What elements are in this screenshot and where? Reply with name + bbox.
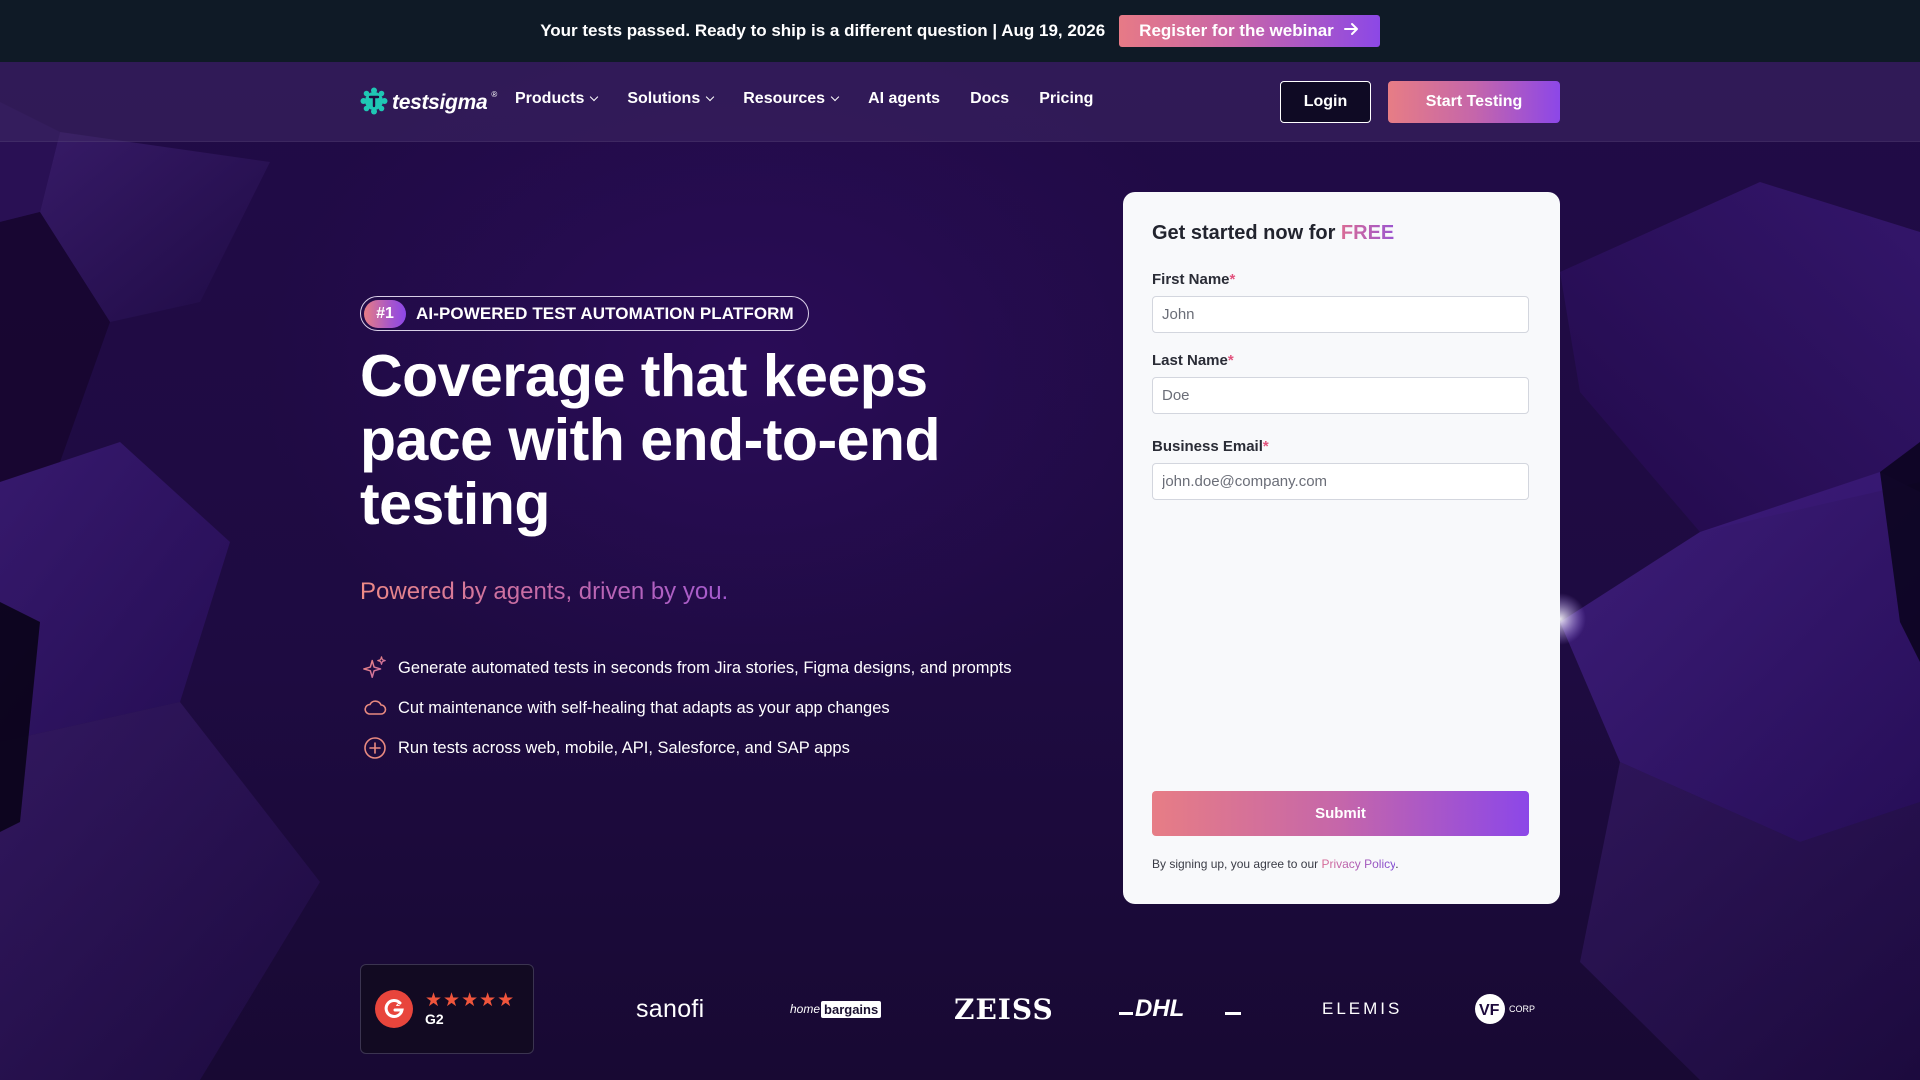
submit-button[interactable]: Submit [1152,791,1529,836]
vf-mark-icon: VF [1475,994,1505,1024]
nav-item-products[interactable]: Products [515,90,599,108]
background-shapes [0,102,1920,1080]
cloud-icon [362,695,388,721]
nav-item-label: Resources [743,90,826,107]
form-title-free: FREE [1340,222,1395,244]
elemis-logo: ELEMIS [1322,999,1403,1018]
feature-text: Cut maintenance with self-healing that a… [398,698,890,717]
privacy-policy-link[interactable]: Privacy Policy [1321,857,1395,871]
dhl-text: DHL [1135,997,1184,1021]
chevron-down-icon [830,92,840,102]
feature-item: Run tests across web, mobile, API, Sales… [362,728,1012,768]
nav-item-label: Docs [970,90,1010,107]
last-name-label: Last Name* [1152,352,1234,369]
platform-badge: #1 AI-POWERED TEST AUTOMATION PLATFORM [360,296,809,331]
signup-form-card: Get started now for FREE First Name* Las… [1123,192,1560,904]
badge-number: #1 [364,299,406,328]
first-name-field[interactable] [1152,296,1529,333]
feature-item: Generate automated tests in seconds from… [362,648,1012,688]
nav-menu: Products Solutions Resources AI agents D… [515,90,1093,108]
last-name-label-text: Last Name [1152,352,1228,369]
nav-item-label: AI agents [868,90,941,107]
nav-item-label: Products [515,90,585,107]
legal-text: By signing up, you agree to our [1152,857,1322,871]
start-testing-button[interactable]: Start Testing [1388,81,1560,123]
register-webinar-button[interactable]: Register for the webinar [1119,15,1380,47]
required-mark: * [1262,438,1269,455]
chevron-down-icon [705,92,715,102]
chevron-down-icon [590,92,599,102]
hero-background [0,62,1920,1080]
nav-item-docs[interactable]: Docs [970,90,1009,108]
legal-end: . [1395,857,1399,871]
nav-item-pricing[interactable]: Pricing [1039,90,1093,108]
legal-notice: By signing up, you agree to our Privacy … [1152,857,1399,871]
registered-mark: ® [491,89,498,99]
form-title: Get started now for FREE [1152,222,1394,245]
vf-corp-text: CORP [1509,1004,1536,1014]
svg-text:2: 2 [396,1001,400,1008]
nav-item-label: Pricing [1039,90,1094,107]
hero-headline: Coverage that keeps pace with end-to-end… [360,343,941,537]
announcement-bar: Your tests passed. Ready to ship is a di… [0,0,1920,62]
last-name-field[interactable] [1152,377,1529,414]
home-bargains-logo: home bargains [790,992,882,1026]
star-rating-icon: ★★★★★ [425,990,516,1011]
badge-text: AI-POWERED TEST AUTOMATION PLATFORM [416,303,794,323]
g2-details: ★★★★★ G2 [425,990,516,1028]
sanofi-logo: sanofi [636,994,705,1023]
arrow-right-icon [1343,21,1360,41]
plus-circle-icon [362,735,388,761]
svg-text:VF: VF [1479,1002,1500,1019]
feature-text: Run tests across web, mobile, API, Sales… [398,738,850,757]
first-name-label: First Name* [1152,271,1235,288]
nav-item-solutions[interactable]: Solutions [627,90,715,108]
form-title-text: Get started now for [1152,222,1341,244]
logo-mark-icon [360,87,388,120]
business-email-label: Business Email* [1152,438,1269,455]
hero-tagline: Powered by agents, driven by you. [360,578,729,605]
nav-item-ai-agents[interactable]: AI agents [868,90,940,108]
feature-item: Cut maintenance with self-healing that a… [362,688,1012,728]
dhl-logo: DHL [1119,992,1241,1026]
required-mark: * [1229,271,1236,288]
nav-item-resources[interactable]: Resources [743,90,840,108]
bargains-text: bargains [821,1000,882,1018]
business-email-field[interactable] [1152,463,1529,500]
g2-label: G2 [425,1011,444,1027]
logo-text: testsigma [392,91,488,114]
feature-text: Generate automated tests in seconds from… [398,658,1012,677]
feature-list: Generate automated tests in seconds from… [362,648,1012,768]
announcement-text: Your tests passed. Ready to ship is a di… [540,21,1106,40]
home-text: home [790,1002,821,1016]
required-mark: * [1227,352,1234,369]
testsigma-logo[interactable]: testsigma ® [360,87,498,120]
g2-logo-icon: 2 [375,990,413,1028]
vf-corp-logo: VF CORP [1474,992,1535,1026]
sparkle-icon [362,655,388,681]
first-name-label-text: First Name [1152,271,1230,288]
nav-item-label: Solutions [627,90,701,107]
zeiss-logo: ZEISS [954,992,1054,1026]
top-navigation: testsigma ® Products Solutions Resources… [0,62,1920,142]
register-webinar-label: Register for the webinar [1139,21,1334,40]
login-button[interactable]: Login [1280,81,1371,123]
business-email-label-text: Business Email [1152,438,1263,455]
g2-rating-card[interactable]: 2 ★★★★★ G2 [360,964,534,1054]
